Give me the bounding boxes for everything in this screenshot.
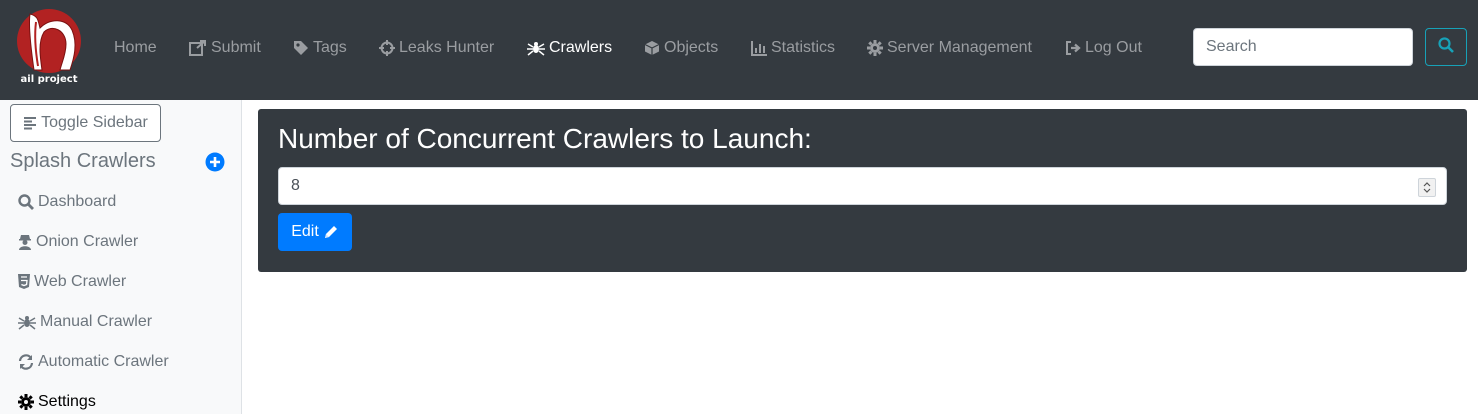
edit-button-label: Edit xyxy=(291,223,319,240)
nav-leaks-hunter-label: Leaks Hunter xyxy=(399,39,495,56)
logo-image xyxy=(17,9,81,73)
toggle-sidebar-label: Toggle Sidebar xyxy=(41,114,148,131)
nav-leaks-hunter[interactable]: Leaks Hunter xyxy=(379,37,494,59)
number-stepper[interactable] xyxy=(1418,178,1436,197)
user-secret-icon xyxy=(18,234,32,250)
search-icon xyxy=(1438,36,1454,58)
sidebar-item-label: Automatic Crawler xyxy=(38,353,169,370)
ail-project-logo[interactable]: ail project xyxy=(16,8,82,88)
external-link-icon xyxy=(189,40,207,56)
sidebar-item-settings[interactable]: Settings xyxy=(18,392,96,412)
nav-log-out-label: Log Out xyxy=(1085,39,1142,56)
edit-button[interactable]: Edit xyxy=(278,213,352,251)
nav-statistics[interactable]: Statistics xyxy=(751,37,835,59)
search-icon xyxy=(18,194,34,210)
sidebar-item-automatic-crawler[interactable]: Automatic Crawler xyxy=(18,352,169,372)
stepper-arrows-icon xyxy=(1423,182,1431,193)
nav-home[interactable]: Home xyxy=(114,37,157,59)
sidebar-item-onion-crawler[interactable]: Onion Crawler xyxy=(18,232,138,252)
nav-tags-label: Tags xyxy=(313,39,347,56)
sidebar-item-label: Settings xyxy=(38,393,96,410)
nav-tags[interactable]: Tags xyxy=(293,37,347,59)
sign-out-icon xyxy=(1065,40,1081,56)
card-title: Number of Concurrent Crawlers to Launch: xyxy=(278,123,812,154)
search-input[interactable] xyxy=(1193,28,1413,66)
add-circle-icon[interactable] xyxy=(205,152,225,172)
crawlers-number-value: 8 xyxy=(291,177,300,194)
sidebar-item-web-crawler[interactable]: Web Crawler xyxy=(18,272,126,292)
cog-icon xyxy=(18,394,34,410)
pencil-icon xyxy=(323,224,339,240)
spider-icon xyxy=(527,40,545,56)
nav-statistics-label: Statistics xyxy=(771,39,836,56)
chart-bar-icon xyxy=(751,40,767,56)
nav-server-management-label: Server Management xyxy=(887,39,1032,56)
cube-icon xyxy=(644,40,660,56)
crosshairs-icon xyxy=(379,40,395,56)
nav-crawlers-label: Crawlers xyxy=(549,39,613,56)
sidebar-section-title: Splash Crawlers xyxy=(10,150,156,172)
search-button[interactable] xyxy=(1425,28,1467,66)
nav-crawlers[interactable]: Crawlers xyxy=(527,37,612,59)
sidebar: Toggle Sidebar Splash Crawlers Dashboard… xyxy=(0,100,242,414)
spider-icon xyxy=(18,314,36,330)
sync-icon xyxy=(18,354,34,370)
nav-objects[interactable]: Objects xyxy=(644,37,718,59)
toggle-sidebar-button[interactable]: Toggle Sidebar xyxy=(10,104,161,142)
nav-submit-label: Submit xyxy=(211,39,261,56)
tag-icon xyxy=(293,40,309,56)
sidebar-item-manual-crawler[interactable]: Manual Crawler xyxy=(18,312,152,332)
nav-log-out[interactable]: Log Out xyxy=(1065,37,1142,59)
sidebar-item-label: Web Crawler xyxy=(34,273,127,290)
logo-text: ail project xyxy=(20,74,78,85)
crawlers-settings-card: Number of Concurrent Crawlers to Launch:… xyxy=(258,109,1467,272)
nav-objects-label: Objects xyxy=(664,39,719,56)
nav-home-label: Home xyxy=(114,39,157,56)
sidebar-item-label: Dashboard xyxy=(38,193,117,210)
sidebar-item-label: Manual Crawler xyxy=(40,313,153,330)
align-left-icon xyxy=(23,116,37,130)
html5-icon xyxy=(18,274,30,290)
top-navbar: ail project Home Submit Tags Leaks Hunte… xyxy=(0,0,1478,100)
cog-icon xyxy=(867,40,883,56)
nav-submit[interactable]: Submit xyxy=(189,37,261,59)
crawlers-number-input[interactable]: 8 xyxy=(278,167,1447,205)
sidebar-item-label: Onion Crawler xyxy=(36,233,139,250)
sidebar-item-dashboard[interactable]: Dashboard xyxy=(18,192,116,212)
nav-server-management[interactable]: Server Management xyxy=(867,37,1032,59)
